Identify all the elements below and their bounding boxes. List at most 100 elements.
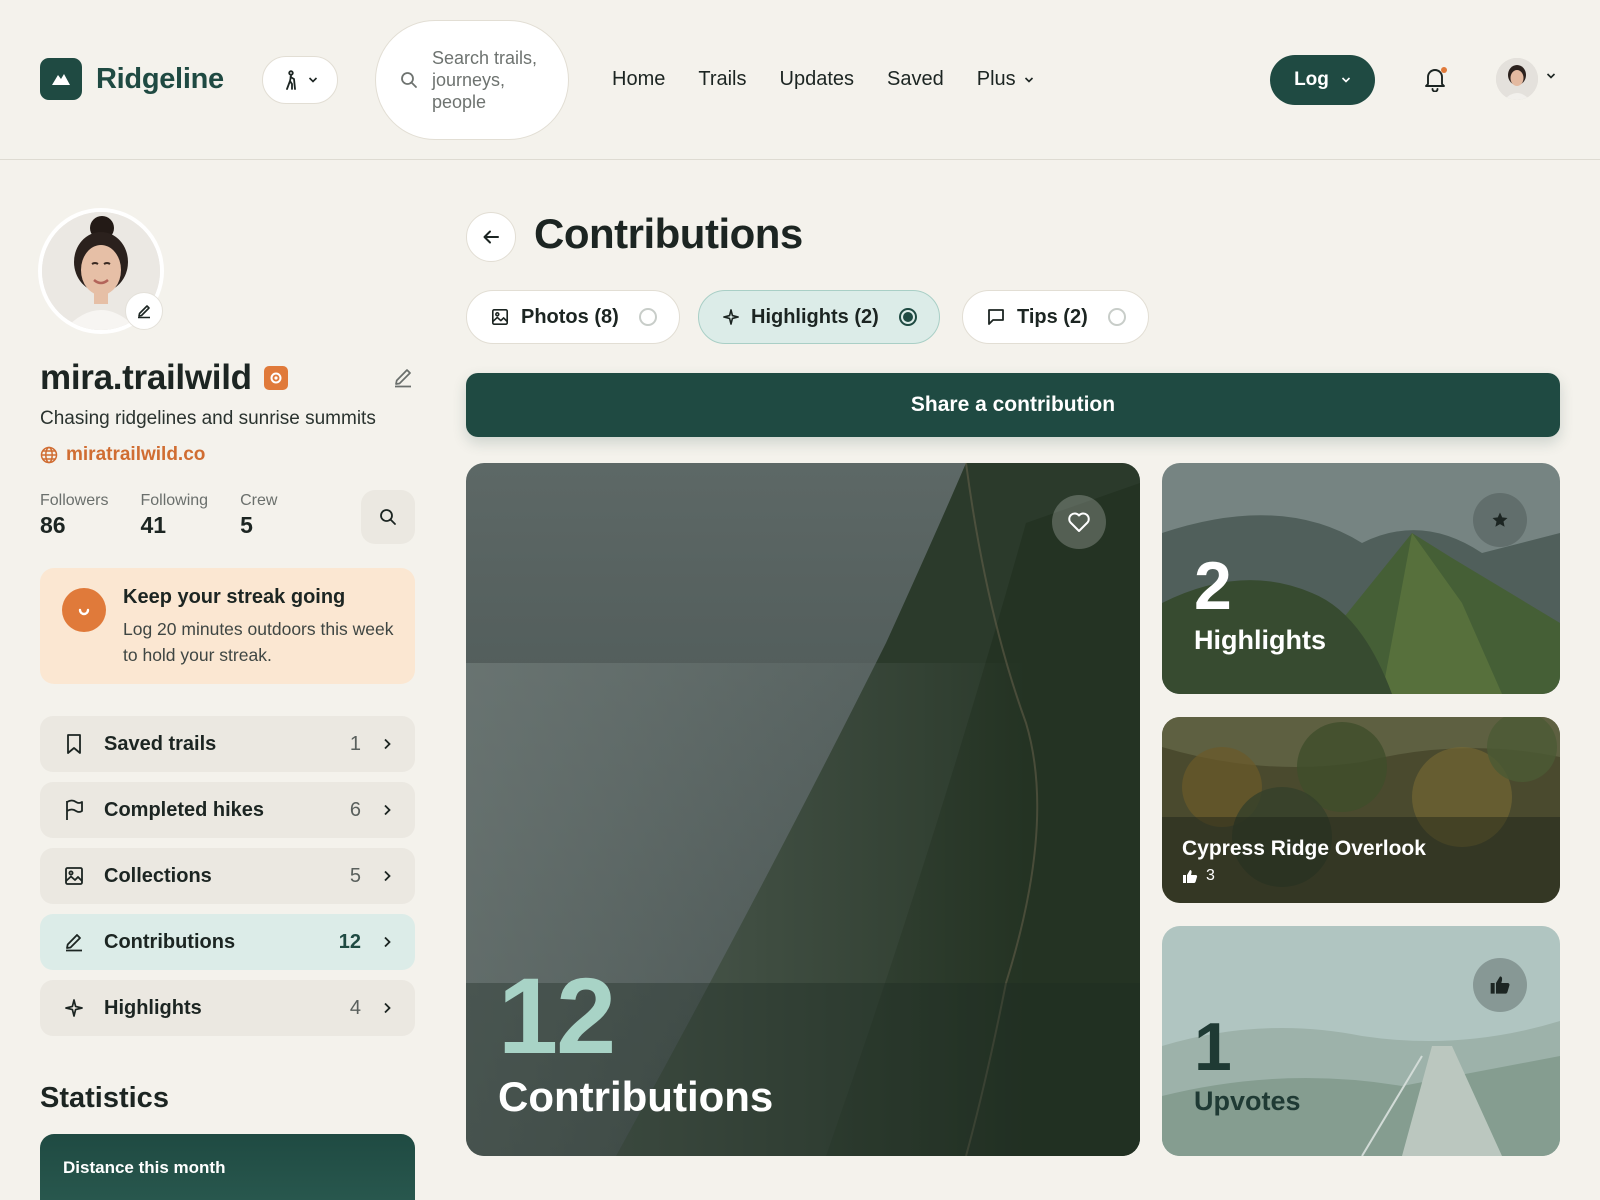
bookmark-icon — [62, 733, 86, 755]
menu-count: 4 — [349, 996, 361, 1019]
highlights-label: Highlights — [1194, 625, 1326, 655]
nav-home[interactable]: Home — [612, 68, 665, 91]
app-name: Ridgeline — [96, 62, 224, 95]
image-icon — [62, 866, 86, 886]
tab-tips[interactable]: Tips (2) — [962, 290, 1149, 344]
globe-icon — [40, 446, 58, 464]
search-input[interactable]: Search trails, journeys, people — [375, 20, 569, 140]
sidebar-item-completed-hikes[interactable]: Completed hikes 6 — [40, 782, 415, 838]
tab-label: Highlights (2) — [751, 305, 879, 328]
chevron-down-icon[interactable] — [1546, 72, 1556, 80]
nav-saved[interactable]: Saved — [887, 68, 944, 91]
people-search-button[interactable] — [361, 490, 415, 544]
chevron-down-icon — [1341, 77, 1350, 83]
tab-radio — [1107, 308, 1126, 326]
statistics-heading: Statistics — [40, 1082, 169, 1114]
pencil-icon — [395, 369, 411, 388]
sidebar-item-highlights[interactable]: Highlights 4 — [40, 980, 415, 1036]
stat-crew[interactable]: Crew 5 — [240, 492, 277, 539]
featured-upvotes: 3 — [1182, 867, 1215, 885]
activity-type-selector[interactable] — [262, 56, 338, 104]
featured-contribution-card[interactable]: Cypress Ridge Overlook 3 — [1162, 717, 1560, 903]
tab-highlights[interactable]: Highlights (2) — [698, 290, 940, 344]
chevron-right-icon — [384, 738, 391, 750]
upvotes-card[interactable]: 1 Upvotes — [1162, 926, 1560, 1156]
stat-value: 5 — [240, 512, 253, 538]
sparkle-icon — [723, 309, 739, 325]
log-button-label: Log — [1294, 69, 1329, 90]
log-button[interactable]: Log — [1270, 55, 1375, 105]
menu-count: 6 — [349, 798, 361, 821]
star-button[interactable] — [1473, 493, 1527, 547]
pencil-icon — [138, 305, 150, 319]
contributions-card[interactable]: 12 Contributions — [466, 463, 1140, 1156]
upvote-button[interactable] — [1473, 958, 1527, 1012]
share-contribution-button[interactable]: Share a contribution — [466, 373, 1560, 437]
contributions-count: 12 — [498, 955, 616, 1076]
featured-upvote-count: 3 — [1206, 867, 1215, 884]
verified-badge-icon — [263, 366, 288, 390]
edit-avatar-button[interactable] — [125, 292, 163, 330]
sidebar-item-contributions[interactable]: Contributions 12 — [40, 914, 415, 970]
thumbs-up-icon — [1183, 869, 1198, 883]
menu-label: Contributions — [104, 930, 236, 953]
tab-label: Tips (2) — [1017, 305, 1088, 328]
stat-label: Crew — [240, 492, 278, 509]
profile-stats: Followers 86 Following 41 Crew 5 — [40, 492, 277, 539]
contributions-label: Contributions — [498, 1073, 774, 1120]
upvotes-count: 1 — [1194, 1009, 1232, 1085]
streak-text: Log 20 minutes outdoors this week to hol… — [123, 619, 394, 665]
nav-trails[interactable]: Trails — [698, 68, 746, 91]
stat-followers[interactable]: Followers 86 — [40, 492, 108, 539]
thumbs-up-icon — [1490, 976, 1510, 994]
chevron-right-icon — [384, 936, 391, 948]
chevron-right-icon — [384, 804, 391, 816]
app-logo[interactable]: Ridgeline — [40, 58, 224, 100]
stat-label: Followers — [40, 492, 109, 509]
chevron-right-icon — [384, 870, 391, 882]
flag-icon — [62, 799, 86, 821]
profile-bio: Chasing ridgelines and sunrise summits — [40, 408, 376, 429]
sidebar-item-collections[interactable]: Collections 5 — [40, 848, 415, 904]
menu-count: 5 — [349, 864, 361, 887]
upvotes-label: Upvotes — [1194, 1086, 1301, 1116]
profile-username: mira.trailwild — [40, 358, 288, 398]
menu-label: Highlights — [104, 996, 202, 1019]
tab-radio-selected — [898, 308, 917, 326]
notification-dot — [1441, 67, 1447, 73]
top-header: Ridgeline Search trails, journeys, peopl… — [0, 0, 1600, 160]
search-icon — [401, 72, 417, 88]
streak-card[interactable]: Keep your streak going Log 20 minutes ou… — [40, 568, 415, 684]
distance-label: Distance this month — [63, 1158, 226, 1177]
profile-website-link[interactable]: miratrailwild.co — [40, 444, 205, 466]
stat-value: 41 — [140, 512, 167, 538]
share-button-label: Share a contribution — [910, 393, 1116, 416]
tab-radio — [638, 308, 657, 326]
nav-plus[interactable]: Plus — [977, 68, 1034, 91]
edit-profile-button[interactable] — [392, 366, 414, 393]
stat-label: Following — [140, 492, 209, 509]
featured-title: Cypress Ridge Overlook — [1182, 837, 1426, 860]
stat-value: 86 — [40, 512, 66, 538]
mountain-logo-icon — [40, 58, 82, 100]
username-text: mira.trailwild — [40, 358, 252, 397]
back-button[interactable] — [466, 212, 516, 262]
sidebar-item-saved-trails[interactable]: Saved trails 1 — [40, 716, 415, 772]
page-title: Contributions — [534, 210, 803, 257]
streak-title: Keep your streak going — [123, 586, 346, 608]
stat-following[interactable]: Following 41 — [140, 492, 208, 539]
favorite-button[interactable] — [1052, 495, 1106, 549]
search-placeholder: Search trails, journeys, people — [432, 48, 538, 112]
highlights-count: 2 — [1194, 548, 1232, 624]
menu-label: Collections — [104, 864, 212, 887]
distance-card[interactable]: Distance this month — [40, 1134, 415, 1200]
comment-icon — [988, 309, 1004, 325]
pencil-icon — [62, 932, 86, 952]
user-avatar[interactable] — [1496, 58, 1538, 100]
tab-photos[interactable]: Photos (8) — [466, 290, 680, 344]
highlights-card[interactable]: 2 Highlights — [1162, 463, 1560, 694]
main-nav: Home Trails Updates Saved Plus — [612, 68, 1034, 91]
menu-label: Completed hikes — [104, 798, 265, 821]
nav-updates[interactable]: Updates — [780, 68, 855, 91]
star-icon — [1492, 512, 1508, 527]
